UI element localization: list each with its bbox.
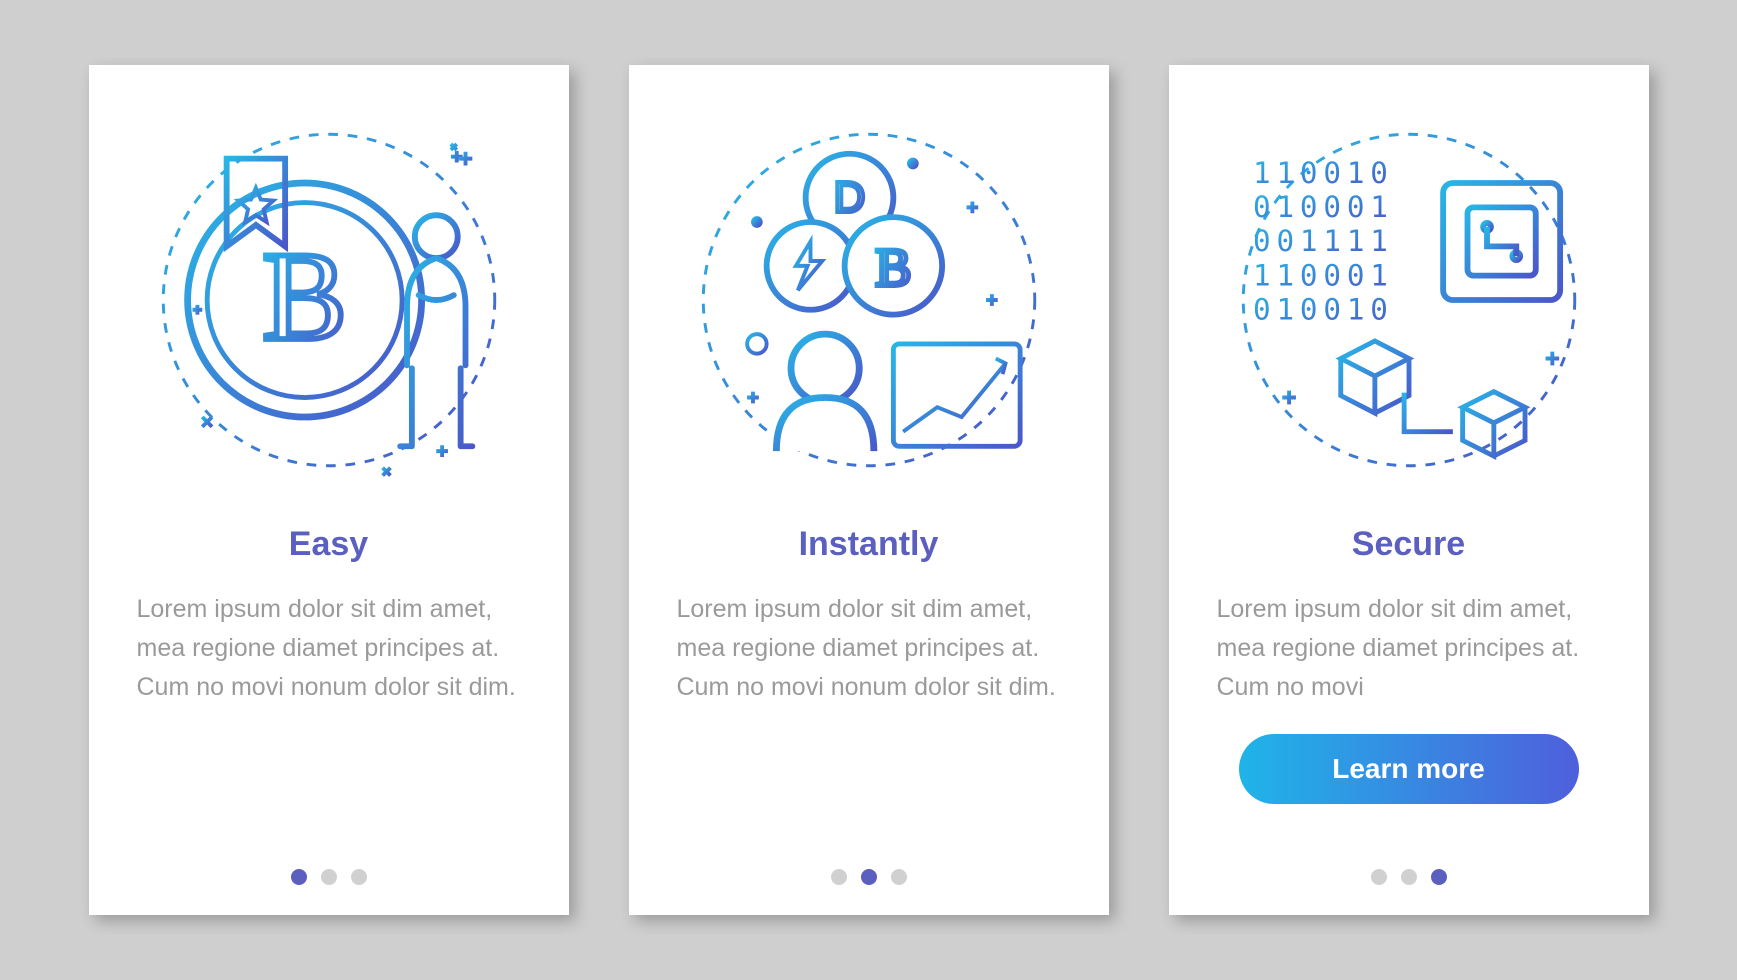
card-body: Lorem ipsum dolor sit dim amet, mea regi… xyxy=(1217,590,1601,706)
binary-chip-icon: 110010 010001 001111 110001 010010 xyxy=(1214,105,1604,495)
svg-text:110001: 110001 xyxy=(1253,258,1394,292)
onboarding-card-easy: B Easy Lorem ipsum dolor sit dim xyxy=(89,65,569,915)
dot-2[interactable] xyxy=(1401,869,1417,885)
onboarding-card-instantly: D B xyxy=(629,65,1109,915)
dot-1[interactable] xyxy=(291,869,307,885)
onboarding-card-secure: 110010 010001 001111 110001 010010 xyxy=(1169,65,1649,915)
dot-3[interactable] xyxy=(891,869,907,885)
svg-text:001111: 001111 xyxy=(1253,224,1394,258)
crypto-chart-icon: D B xyxy=(674,105,1064,495)
card-title: Instantly xyxy=(799,525,939,564)
svg-text:110010: 110010 xyxy=(1253,156,1394,190)
card-body: Lorem ipsum dolor sit dim amet, mea regi… xyxy=(137,590,521,706)
dot-2[interactable] xyxy=(861,869,877,885)
dot-1[interactable] xyxy=(1371,869,1387,885)
svg-text:B: B xyxy=(875,237,911,297)
bitcoin-person-icon: B xyxy=(134,105,524,495)
page-dots xyxy=(1371,869,1447,885)
dot-3[interactable] xyxy=(1431,869,1447,885)
svg-text:010010: 010010 xyxy=(1253,293,1394,327)
card-title: Easy xyxy=(289,525,368,564)
dot-1[interactable] xyxy=(831,869,847,885)
svg-text:D: D xyxy=(833,173,865,222)
onboarding-cards: B Easy Lorem ipsum dolor sit dim xyxy=(89,65,1649,915)
page-dots xyxy=(291,869,367,885)
learn-more-button[interactable]: Learn more xyxy=(1239,734,1579,804)
dot-2[interactable] xyxy=(321,869,337,885)
svg-text:B: B xyxy=(262,227,347,367)
page-dots xyxy=(831,869,907,885)
svg-text:010001: 010001 xyxy=(1253,190,1394,224)
card-title: Secure xyxy=(1352,525,1465,564)
card-body: Lorem ipsum dolor sit dim amet, mea regi… xyxy=(677,590,1061,706)
dot-3[interactable] xyxy=(351,869,367,885)
